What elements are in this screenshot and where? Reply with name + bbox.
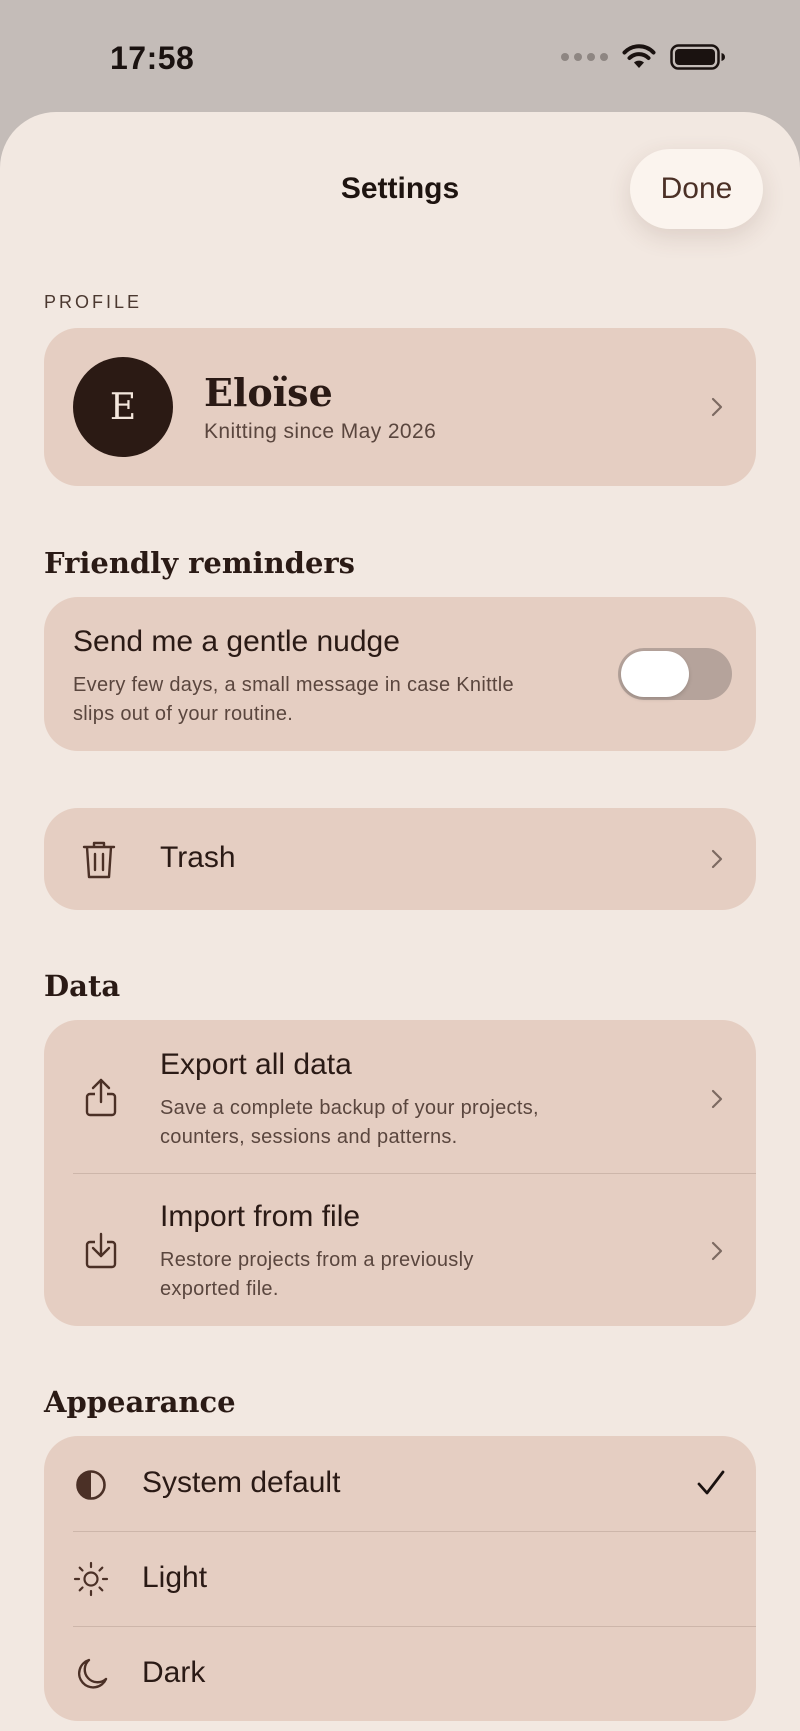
cellular-signal-icon bbox=[561, 53, 608, 61]
appearance-option-system[interactable]: System default bbox=[44, 1436, 756, 1531]
chevron-right-icon bbox=[711, 849, 723, 869]
import-description-line: exported file. bbox=[160, 1278, 279, 1300]
import-row[interactable]: Import from file Restore projects from a… bbox=[44, 1174, 756, 1326]
appearance-card: System default Light Dark bbox=[44, 1436, 756, 1721]
import-description-line: Restore projects from a previously bbox=[160, 1249, 474, 1271]
profile-name: Eloïse bbox=[204, 370, 333, 415]
profile-section-label: PROFILE bbox=[44, 292, 143, 312]
chevron-right-icon bbox=[711, 1089, 723, 1109]
trash-row[interactable]: Trash bbox=[44, 808, 756, 910]
export-description-line: Save a complete backup of your projects, bbox=[160, 1097, 539, 1119]
download-icon bbox=[85, 1232, 117, 1269]
appearance-option-label: Light bbox=[142, 1561, 208, 1594]
chevron-right-icon bbox=[711, 1241, 723, 1261]
appearance-section-label: Appearance bbox=[44, 1385, 236, 1419]
appearance-option-label: Dark bbox=[142, 1656, 206, 1689]
reminder-card: Send me a gentle nudge Every few days, a… bbox=[44, 597, 756, 751]
appearance-option-light[interactable]: Light bbox=[44, 1532, 756, 1626]
reminder-title: Send me a gentle nudge bbox=[73, 625, 400, 658]
share-icon bbox=[85, 1078, 117, 1117]
reminder-toggle[interactable] bbox=[618, 648, 732, 700]
export-row[interactable]: Export all data Save a complete backup o… bbox=[44, 1020, 756, 1173]
reminder-description: Every few days, a small message in case … bbox=[73, 671, 514, 729]
checkmark-icon bbox=[697, 1470, 725, 1495]
import-title: Import from file bbox=[160, 1200, 361, 1233]
profile-subtitle: Knitting since May 2026 bbox=[204, 420, 437, 443]
status-bar: 17:58 bbox=[0, 0, 800, 112]
battery-icon bbox=[670, 44, 725, 70]
wifi-icon bbox=[622, 44, 656, 68]
avatar-initial: E bbox=[109, 386, 137, 428]
reminder-description-line: Every few days, a small message in case … bbox=[73, 674, 514, 696]
done-button[interactable]: Done bbox=[630, 149, 763, 229]
reminders-section-label: Friendly reminders bbox=[44, 546, 355, 580]
chevron-right-icon bbox=[711, 397, 723, 417]
half-circle-icon bbox=[76, 1470, 106, 1500]
reminder-description-line: slips out of your routine. bbox=[73, 703, 294, 725]
trash-label: Trash bbox=[160, 841, 236, 874]
data-card: Export all data Save a complete backup o… bbox=[44, 1020, 756, 1326]
trash-icon bbox=[82, 841, 116, 879]
appearance-option-label: System default bbox=[142, 1466, 341, 1499]
profile-card[interactable]: E Eloïse Knitting since May 2026 bbox=[44, 328, 756, 486]
export-title: Export all data bbox=[160, 1048, 352, 1081]
export-description: Save a complete backup of your projects,… bbox=[160, 1094, 539, 1152]
settings-sheet: Settings Done PROFILE E Eloïse Knitting … bbox=[0, 112, 800, 1731]
sun-icon bbox=[73, 1561, 109, 1597]
import-description: Restore projects from a previously expor… bbox=[160, 1246, 474, 1304]
moon-icon bbox=[78, 1658, 108, 1689]
status-time: 17:58 bbox=[110, 40, 195, 76]
avatar: E bbox=[73, 357, 173, 457]
data-section-label: Data bbox=[44, 969, 121, 1003]
toggle-knob bbox=[621, 651, 689, 697]
export-description-line: counters, sessions and patterns. bbox=[160, 1126, 458, 1148]
appearance-option-dark[interactable]: Dark bbox=[44, 1627, 756, 1721]
status-icons bbox=[561, 44, 726, 70]
